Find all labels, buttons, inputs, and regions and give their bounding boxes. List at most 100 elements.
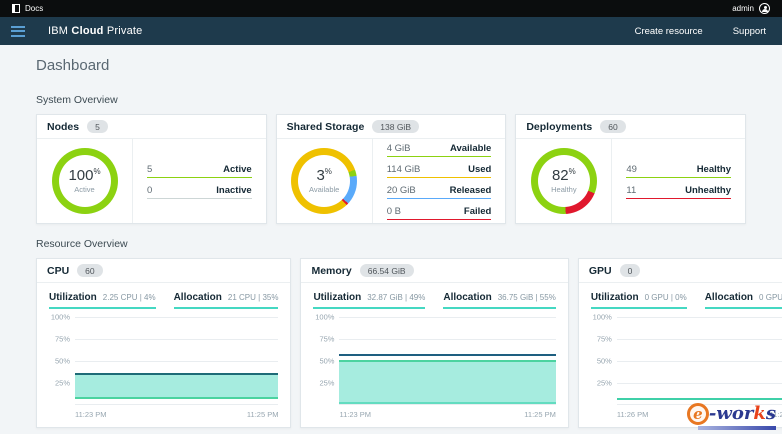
- chart-ytick-label: 50%: [597, 357, 612, 366]
- chart-ytick-label: 25%: [597, 379, 612, 388]
- system-overview-heading: System Overview: [36, 94, 746, 106]
- chart-ytick-label: 100%: [315, 313, 334, 322]
- create-resource-link[interactable]: Create resource: [635, 26, 703, 37]
- app-header: IBM Cloud Private Create resource Suppor…: [0, 17, 782, 45]
- shared-storage-total-badge: 138 GiB: [372, 120, 419, 133]
- nodes-card-header: Nodes 5: [37, 115, 266, 139]
- chart-ytick-label: 50%: [55, 357, 70, 366]
- support-link[interactable]: Support: [733, 26, 766, 37]
- gpu-allocation-stat: Allocation 0 GPU | 0%: [705, 292, 782, 309]
- storage-failed-row: 0 B Failed: [387, 206, 492, 220]
- nodes-donut-col: 100% Active: [37, 139, 133, 223]
- cpu-chart-yaxis: 100%75%50%25%: [49, 317, 75, 405]
- storage-available-row: 4 GiB Available: [387, 143, 492, 157]
- nodes-inactive-row: 0 Inactive: [147, 185, 252, 199]
- chart-series-line-utilization: [75, 397, 278, 399]
- chart-series-line-utilization: [617, 398, 782, 400]
- gpu-chart-yaxis: 100%75%50%25%: [591, 317, 617, 405]
- cpu-card-header: CPU 60: [37, 259, 290, 283]
- chart-series-line-allocation: [339, 354, 555, 356]
- memory-total-badge: 66.54 GiB: [360, 264, 414, 277]
- eworks-logo-e: e: [687, 403, 709, 425]
- chart-ytick-label: 25%: [55, 379, 70, 388]
- chart-gridline: [617, 361, 782, 362]
- chart-area-fill: [75, 374, 278, 398]
- deployments-donut-col: 82% Healthy: [516, 139, 612, 223]
- chart-gridline: [339, 317, 555, 318]
- chart-ytick-label: 100%: [593, 313, 612, 322]
- gpu-chart-plot: [617, 317, 782, 405]
- chart-series-line-allocation: [75, 373, 278, 375]
- gpu-card-title: GPU: [589, 265, 612, 277]
- deployments-card-header: Deployments 60: [516, 115, 745, 139]
- storage-used-row: 114 GiB Used: [387, 164, 492, 178]
- hamburger-menu-icon[interactable]: [0, 26, 34, 37]
- chart-baseline: [75, 404, 278, 405]
- chart-ytick-label: 75%: [55, 335, 70, 344]
- memory-card-title: Memory: [311, 265, 351, 277]
- shared-storage-card-header: Shared Storage 138 GiB: [277, 115, 506, 139]
- nodes-donut-chart: 100% Active: [52, 148, 118, 214]
- page-title: Dashboard: [36, 57, 746, 74]
- memory-chart-plot: [339, 317, 555, 405]
- cpu-card: CPU 60 Utilization 2.25 CPU | 4% Allocat…: [36, 258, 291, 428]
- chart-ytick-label: 100%: [51, 313, 70, 322]
- memory-card: Memory 66.54 GiB Utilization 32.87 GiB |…: [300, 258, 568, 428]
- memory-chart-yaxis: 100%75%50%25%: [313, 317, 339, 405]
- cpu-utilization-stat: Utilization 2.25 CPU | 4%: [49, 292, 156, 309]
- deployments-unhealthy-row: 11 Unhealthy: [626, 185, 731, 199]
- memory-chart-xaxis: 11:23 PM 11:25 PM: [339, 405, 555, 427]
- nodes-card: Nodes 5 100% Active 5 Active: [36, 114, 267, 224]
- chart-ytick-label: 50%: [319, 357, 334, 366]
- chart-ytick-label: 25%: [319, 379, 334, 388]
- nodes-active-row: 5 Active: [147, 164, 252, 178]
- storage-donut-col: 3% Available: [277, 139, 373, 223]
- deployments-card-title: Deployments: [526, 121, 592, 133]
- system-overview-row: Nodes 5 100% Active 5 Active: [36, 114, 746, 224]
- memory-utilization-stat: Utilization 32.87 GiB | 49%: [313, 292, 425, 309]
- nodes-count-badge: 5: [87, 120, 108, 133]
- chart-gridline: [75, 317, 278, 318]
- chart-ytick-label: 75%: [597, 335, 612, 344]
- deployments-card: Deployments 60 82% Healthy 49 Healthy: [515, 114, 746, 224]
- chart-gridline: [75, 339, 278, 340]
- cpu-total-badge: 60: [77, 264, 102, 277]
- top-utility-bar: Docs admin: [0, 0, 782, 17]
- deployments-count-badge: 60: [600, 120, 625, 133]
- deployments-donut-chart: 82% Healthy: [531, 148, 597, 214]
- cpu-allocation-stat: Allocation 21 CPU | 35%: [174, 292, 279, 309]
- memory-allocation-stat: Allocation 36.75 GiB | 55%: [443, 292, 555, 309]
- chart-gridline: [617, 339, 782, 340]
- gpu-utilization-stat: Utilization 0 GPU | 0%: [591, 292, 687, 309]
- chart-gridline: [75, 361, 278, 362]
- eworks-watermark: e-works: [687, 403, 776, 430]
- docs-link[interactable]: Docs: [12, 4, 43, 13]
- deployments-healthy-row: 49 Healthy: [626, 164, 731, 178]
- user-menu[interactable]: admin: [732, 3, 770, 14]
- shared-storage-card-title: Shared Storage: [287, 121, 365, 133]
- brand-title: IBM Cloud Private: [48, 25, 143, 37]
- cpu-chart-xaxis: 11:23 PM 11:25 PM: [75, 405, 278, 427]
- eworks-logo-bar: [698, 426, 776, 430]
- memory-card-header: Memory 66.54 GiB: [301, 259, 567, 283]
- memory-chart: 100% 75% 50% 25% 11:23 PM 11:25 PM: [301, 309, 567, 427]
- gpu-total-badge: 0: [620, 264, 641, 277]
- gpu-card-header: GPU 0: [579, 259, 782, 283]
- chart-series-line-utilization: [339, 360, 555, 362]
- cpu-chart: 100% 75% 50% 25% 11:23 PM 11:25 PM: [37, 309, 290, 427]
- docs-label: Docs: [25, 4, 43, 13]
- chart-ytick-label: 75%: [319, 335, 334, 344]
- resource-overview-row: CPU 60 Utilization 2.25 CPU | 4% Allocat…: [36, 258, 746, 428]
- chart-gridline: [617, 383, 782, 384]
- shared-storage-card: Shared Storage 138 GiB 3% Available 4 Gi…: [276, 114, 507, 224]
- cpu-chart-plot: [75, 317, 278, 405]
- chart-series-line-baseline: [339, 402, 555, 404]
- chart-gridline: [617, 317, 782, 318]
- cpu-card-title: CPU: [47, 265, 69, 277]
- chart-area-fill: [339, 361, 555, 403]
- user-avatar-icon[interactable]: [759, 3, 770, 14]
- docs-icon: [12, 4, 20, 13]
- username-label: admin: [732, 4, 754, 13]
- storage-released-row: 20 GiB Released: [387, 185, 492, 199]
- storage-donut-chart: 3% Available: [291, 148, 357, 214]
